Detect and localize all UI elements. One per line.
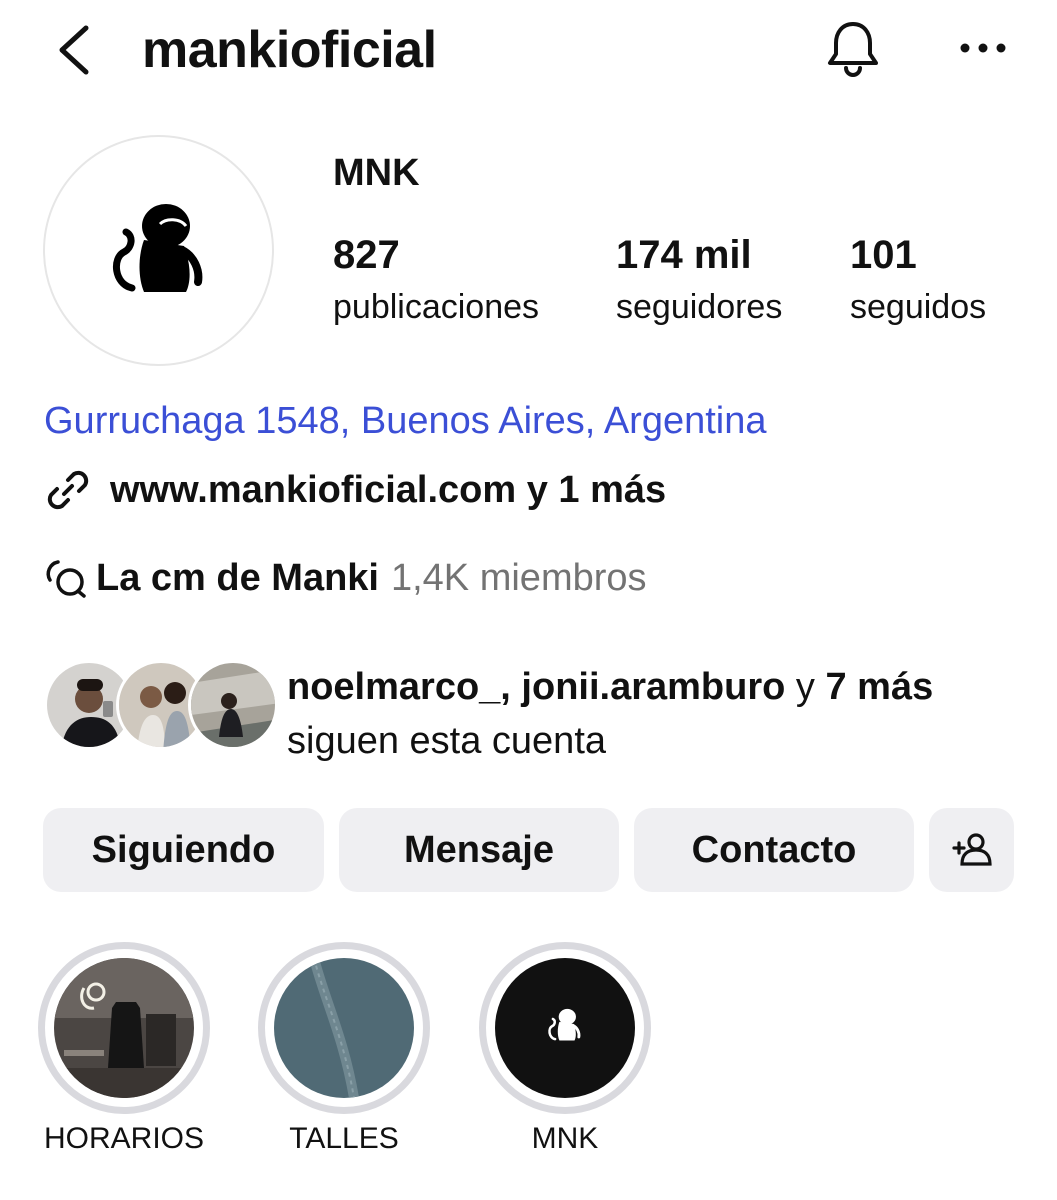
back-button[interactable]	[50, 22, 100, 78]
highlight-label: TALLES	[289, 1122, 399, 1155]
follower-avatar	[188, 660, 278, 750]
message-button[interactable]: Mensaje	[339, 808, 619, 892]
channel-icon	[46, 560, 86, 598]
more-horizontal-icon	[960, 43, 1006, 53]
followed-by-row[interactable]: noelmarco_, jonii.aramburo y 7 más sigue…	[44, 660, 1004, 762]
website-link-text: www.mankioficial.com y 1 más	[110, 468, 667, 511]
highlight-label: HORARIOS	[43, 1122, 205, 1155]
highlight-cover	[274, 958, 414, 1098]
address-link[interactable]: Gurruchaga 1548, Buenos Aires, Argentina	[44, 400, 766, 443]
broadcast-channel[interactable]: La cm de Manki 1,4K miembros	[44, 556, 647, 600]
stat-followers-label: seguidores	[616, 288, 783, 326]
followed-by-names: noelmarco_, jonii.aramburo	[287, 666, 786, 708]
more-options-button[interactable]	[953, 28, 1013, 68]
following-button[interactable]: Siguiendo	[43, 808, 324, 892]
display-name: MNK	[333, 152, 420, 194]
highlight-mnk[interactable]: MNK	[479, 942, 651, 1156]
highlight-ring	[258, 942, 430, 1114]
contact-button[interactable]: Contacto	[634, 808, 914, 892]
profile-avatar[interactable]	[43, 135, 274, 366]
highlight-horarios[interactable]: HORARIOS	[38, 942, 210, 1156]
chevron-left-icon	[59, 25, 89, 75]
highlight-cover	[54, 958, 194, 1098]
stat-following[interactable]: 101 seguidos	[850, 232, 986, 330]
followed-by-more: 7 más	[825, 666, 934, 708]
stat-following-label: seguidos	[850, 288, 987, 326]
profile-username: mankioficial	[142, 21, 437, 79]
stat-posts-value: 827	[333, 233, 400, 277]
add-person-icon	[951, 833, 992, 866]
notifications-button[interactable]	[822, 18, 884, 80]
stat-followers[interactable]: 174 mil seguidores	[616, 232, 782, 330]
stat-posts[interactable]: 827 publicaciones	[333, 232, 539, 330]
highlight-label: MNK	[531, 1122, 599, 1155]
followed-by-suffix: siguen esta cuenta	[287, 720, 607, 762]
followed-by-connector: y	[795, 666, 815, 708]
followed-by-text: noelmarco_, jonii.aramburo y 7 más sigue…	[287, 660, 987, 768]
add-person-button[interactable]	[929, 808, 1014, 892]
stat-posts-label: publicaciones	[333, 288, 540, 326]
highlight-ring	[479, 942, 651, 1114]
channel-members: 1,4K miembros	[390, 556, 647, 599]
highlight-ring	[38, 942, 210, 1114]
website-link[interactable]: www.mankioficial.com y 1 más	[44, 466, 666, 514]
stat-followers-value: 174 mil	[616, 233, 752, 277]
top-bar: mankioficial	[0, 0, 1057, 100]
monkey-logo-icon	[112, 203, 202, 292]
link-icon	[47, 470, 89, 510]
bell-icon	[828, 22, 878, 77]
channel-name: La cm de Manki	[96, 556, 379, 599]
stat-following-value: 101	[850, 233, 917, 277]
highlight-talles[interactable]: TALLES	[258, 942, 430, 1156]
highlight-cover	[495, 958, 635, 1098]
